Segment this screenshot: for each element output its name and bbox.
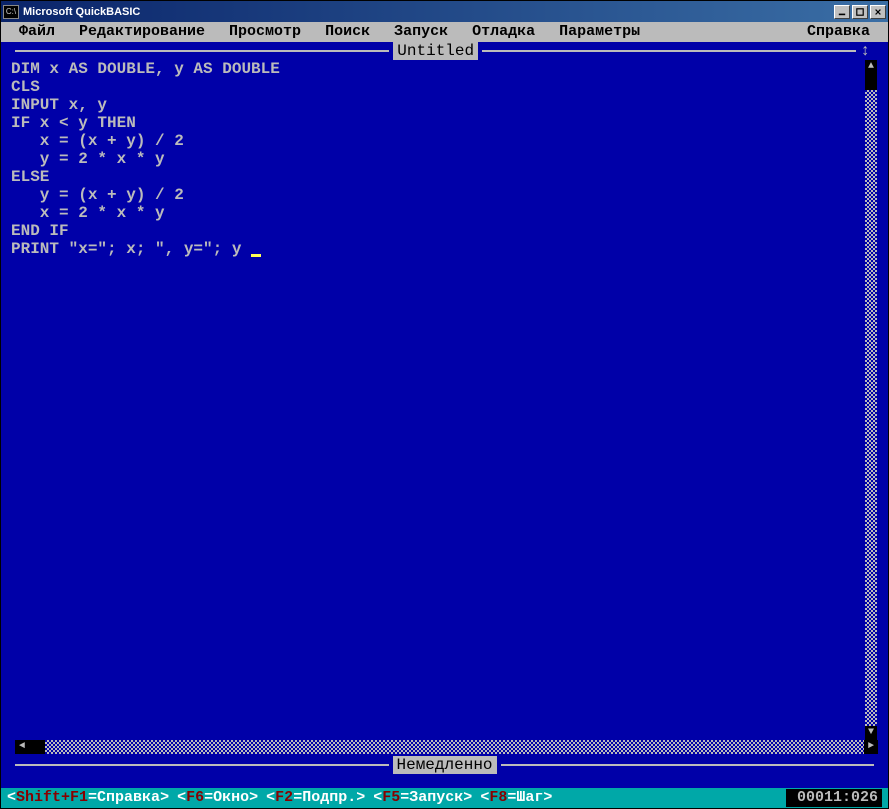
scroll-left-arrow-icon[interactable]: ◄ <box>15 740 29 754</box>
menu-help[interactable]: Справка <box>795 23 882 41</box>
editor-top-border: Untitled ↕ <box>1 42 888 60</box>
text-cursor <box>251 254 261 257</box>
app-window: C:\ Microsoft QuickBASIC Файл Редактиров… <box>0 0 889 809</box>
status-bar: <Shift+F1=Справка> <F6=Окно> <F2=Подпр.>… <box>1 788 888 808</box>
editor-body: DIM x AS DOUBLE, y AS DOUBLE CLS INPUT x… <box>1 60 888 740</box>
hint-sub: <F2=Подпр.> <box>266 789 365 807</box>
code-editor[interactable]: DIM x AS DOUBLE, y AS DOUBLE CLS INPUT x… <box>11 60 864 740</box>
cursor-position: 00011:026 <box>786 789 882 807</box>
window-title: Microsoft QuickBASIC <box>23 6 834 18</box>
scroll-thumb-horizontal[interactable] <box>29 740 45 754</box>
vertical-scrollbar[interactable]: ▲ ▼ <box>864 60 878 740</box>
immediate-border: Немедленно <box>1 756 888 774</box>
close-button[interactable] <box>870 5 886 19</box>
menu-file[interactable]: Файл <box>7 23 67 41</box>
menu-bar: Файл Редактирование Просмотр Поиск Запус… <box>1 22 888 42</box>
maximize-arrows-icon[interactable]: ↕ <box>860 42 878 60</box>
menu-search[interactable]: Поиск <box>313 23 382 41</box>
menu-options[interactable]: Параметры <box>547 23 652 41</box>
menu-debug[interactable]: Отладка <box>460 23 547 41</box>
menu-view[interactable]: Просмотр <box>217 23 313 41</box>
hint-help: <Shift+F1=Справка> <box>7 789 169 807</box>
scroll-track-vertical[interactable] <box>865 74 877 726</box>
immediate-window[interactable] <box>1 774 888 788</box>
dos-screen: Файл Редактирование Просмотр Поиск Запус… <box>1 22 888 808</box>
hint-step: <F8=Шаг> <box>480 789 552 807</box>
editor-frame: Untitled ↕ DIM x AS DOUBLE, y AS DOUBLE … <box>1 42 888 788</box>
menu-edit[interactable]: Редактирование <box>67 23 217 41</box>
minimize-button[interactable] <box>834 5 850 19</box>
hint-run: <F5=Запуск> <box>373 789 472 807</box>
hint-window: <F6=Окно> <box>177 789 258 807</box>
horizontal-scrollbar[interactable]: ◄ ► <box>1 740 888 756</box>
code-text: DIM x AS DOUBLE, y AS DOUBLE CLS INPUT x… <box>11 60 280 258</box>
scroll-thumb-vertical[interactable] <box>865 74 877 90</box>
scroll-track-horizontal[interactable] <box>29 740 864 754</box>
window-titlebar: C:\ Microsoft QuickBASIC <box>1 1 888 22</box>
scroll-right-arrow-icon[interactable]: ► <box>864 740 878 754</box>
immediate-label: Немедленно <box>393 756 497 774</box>
maximize-button[interactable] <box>852 5 868 19</box>
titlebar-controls <box>834 5 886 19</box>
scroll-up-arrow-icon[interactable]: ▲ <box>865 60 877 74</box>
menu-run[interactable]: Запуск <box>382 23 460 41</box>
system-menu-icon[interactable]: C:\ <box>3 5 19 19</box>
file-tab[interactable]: Untitled <box>393 42 478 60</box>
